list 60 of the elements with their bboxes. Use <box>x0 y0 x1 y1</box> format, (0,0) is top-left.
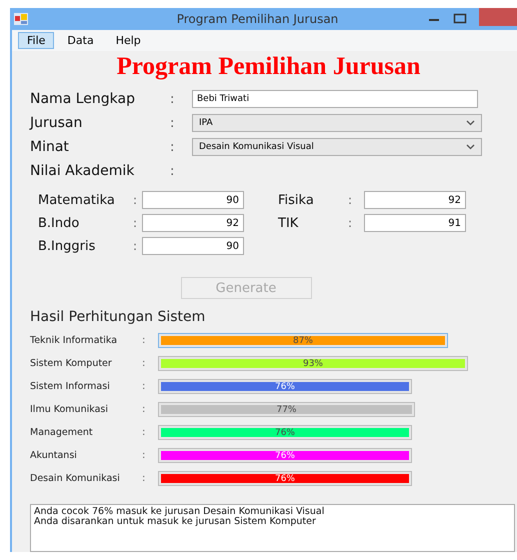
subject-label: TIK <box>278 216 300 230</box>
colon: : <box>348 193 354 207</box>
subject-label: B.Inggris <box>38 238 96 254</box>
colon: : <box>170 164 176 178</box>
field-label: Jurusan <box>30 115 84 131</box>
colon: : <box>133 193 138 207</box>
app-heading: Program Pemilihan Jurusan <box>116 53 422 81</box>
dropdown[interactable]: IPA <box>192 114 482 132</box>
colon: : <box>142 427 146 438</box>
percent-text: 87% <box>292 336 313 346</box>
major-label: Desain Komunikasi <box>30 473 121 484</box>
score-field[interactable]: 91 <box>364 214 466 232</box>
window-title: Program Pemilihan Jurusan <box>176 12 340 26</box>
percent-text: 76% <box>274 450 295 460</box>
name-field[interactable]: Bebi Triwati <box>192 90 478 108</box>
colon: : <box>170 140 176 154</box>
colon: : <box>133 239 138 253</box>
major-label: Akuntansi <box>30 450 78 461</box>
score-field[interactable]: 90 <box>142 237 244 255</box>
section-title: Hasil Perhitungan Sistem <box>29 309 206 325</box>
major-label: Sistem Komputer <box>30 358 113 369</box>
percent-text: 76% <box>274 428 295 438</box>
colon: : <box>142 381 146 392</box>
colon: : <box>142 473 146 484</box>
colon: : <box>170 116 176 130</box>
percent-text: 93% <box>302 358 323 368</box>
colon: : <box>170 92 176 106</box>
subject-label: Fisika <box>278 192 315 208</box>
percent-text: 77% <box>276 404 296 414</box>
app-icon <box>14 13 28 25</box>
subject-label: Matematika <box>38 192 116 208</box>
percent-text: 76% <box>274 474 295 484</box>
maximize-icon[interactable] <box>453 13 467 25</box>
field-label: Nilai Akademik <box>30 163 136 179</box>
field-label: Nama Lengkap <box>30 91 136 107</box>
colon: : <box>133 216 138 230</box>
score-field[interactable]: 92 <box>364 191 466 209</box>
field-label: Minat <box>30 139 70 155</box>
major-label: Ilmu Komunikasi <box>30 404 109 415</box>
menu-item[interactable]: File <box>18 32 54 49</box>
chevron-down-icon <box>466 120 475 126</box>
score-field[interactable]: 92 <box>142 214 244 232</box>
menu-item[interactable]: Data <box>58 32 103 49</box>
colon: : <box>142 450 146 461</box>
colon: : <box>142 358 146 369</box>
colon: : <box>142 335 146 346</box>
dropdown[interactable]: Desain Komunikasi Visual <box>192 138 482 156</box>
colon: : <box>142 404 146 415</box>
chevron-down-icon <box>466 144 475 150</box>
result-line: Anda cocok 76% masuk ke jurusan Desain Komunikasi Visual <box>34 506 324 517</box>
score-field[interactable]: 90 <box>142 191 244 209</box>
menu-item[interactable]: Help <box>106 32 150 49</box>
subject-label: B.Indo <box>38 216 80 230</box>
colon: : <box>348 216 354 230</box>
major-label: Teknik Informatika <box>30 335 118 346</box>
major-label: Management <box>30 427 94 438</box>
result-line: Anda disarankan untuk masuk ke jurusan Sistem Komputer <box>34 516 316 528</box>
percent-text: 76% <box>274 382 295 392</box>
major-label: Sistem Informasi <box>30 381 111 392</box>
result-text-box[interactable]: Anda cocok 76% masuk ke jurusan Desain Komunikasi Visual Anda disarankan untuk masuk ke jurusan Sistem Komputer <box>30 504 515 552</box>
